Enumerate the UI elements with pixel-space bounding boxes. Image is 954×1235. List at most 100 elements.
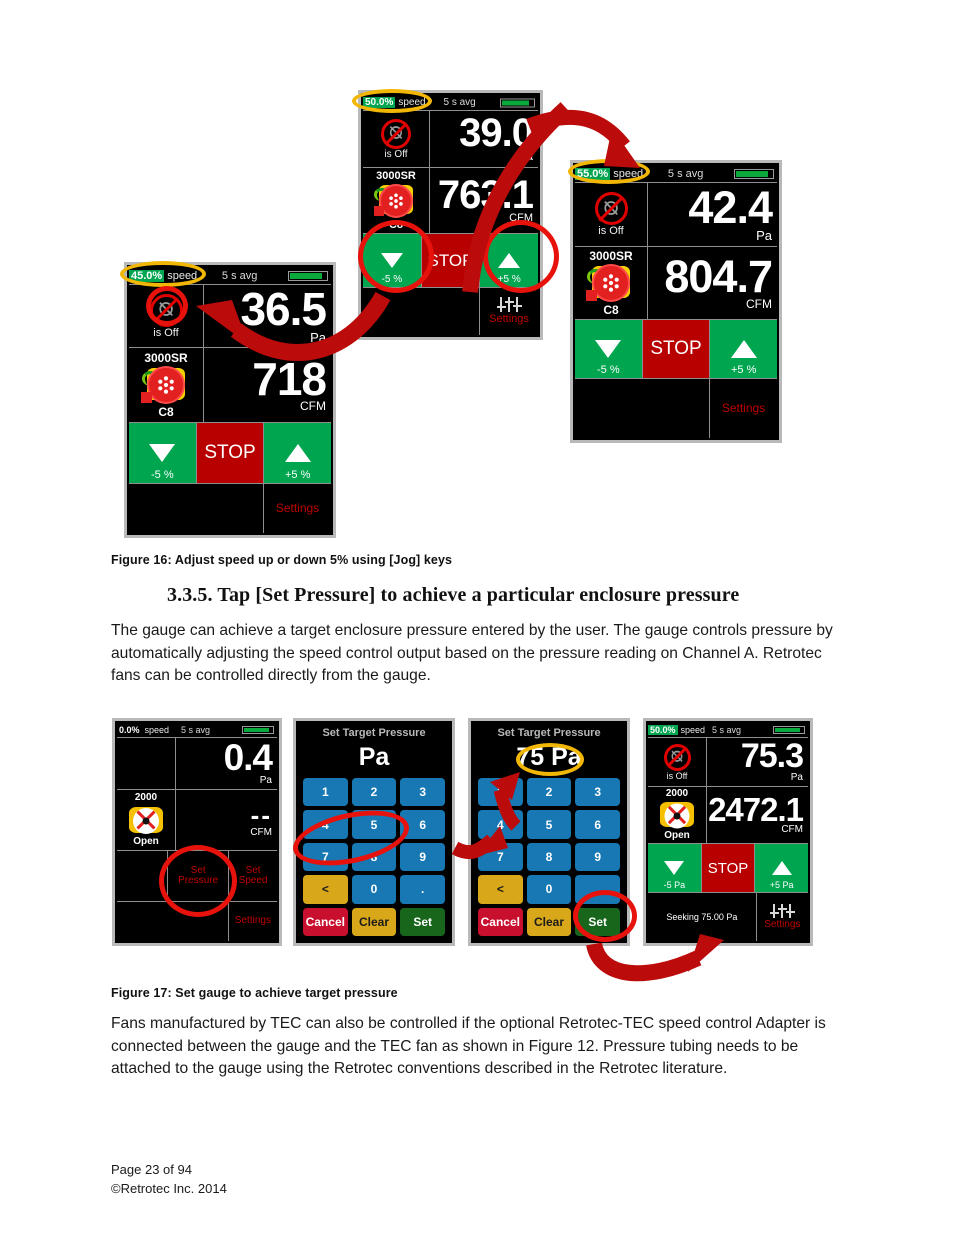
pressure-reading-cell: 42.4 Pa: [647, 183, 777, 246]
average-label: 5 s avg: [667, 167, 704, 180]
key-2[interactable]: 2: [351, 778, 397, 807]
arrow-up-icon: [730, 340, 757, 358]
key-backspace[interactable]: <: [303, 875, 348, 904]
key-1[interactable]: 1: [478, 778, 523, 807]
settings-button[interactable]: Settings: [709, 379, 777, 438]
blank-cell: [575, 379, 709, 438]
fan-off-icon: ⍉: [381, 118, 411, 149]
flow-value: 763.1: [437, 172, 534, 217]
gauge-display-55[interactable]: 55.0% speed 5 s avg ⍉ is Off 42.4: [570, 160, 782, 443]
fan-model-label: 2000: [134, 792, 158, 803]
fan-3000sr-icon: [373, 183, 419, 219]
fan-off-icon: ⍉: [594, 192, 628, 225]
battery-icon: [734, 168, 774, 179]
key-7[interactable]: 7: [478, 842, 523, 872]
arrow-up-icon: [771, 861, 792, 875]
fan-model-cell: 3000SR C8: [129, 348, 203, 422]
settings-label: Settings: [764, 918, 801, 930]
highlight-jog-up-50: [483, 220, 559, 293]
jog-down-button[interactable]: -5 Pa: [648, 844, 701, 892]
settings-button[interactable]: Settings: [263, 484, 331, 533]
fan-status-cell: ⍉ is Off: [363, 111, 429, 167]
settings-label: Settings: [489, 313, 529, 326]
paragraph-2: Fans manufactured by TEC can also be con…: [111, 1015, 826, 1078]
fan-status-label: is Off: [153, 326, 179, 339]
key-2[interactable]: 2: [526, 778, 572, 807]
average-label: 5 s avg: [443, 97, 476, 108]
key-9[interactable]: 9: [575, 842, 620, 872]
stop-button[interactable]: STOP: [195, 423, 264, 483]
flow-value: 718: [252, 352, 327, 405]
settings-label: Settings: [721, 401, 766, 416]
fan-status-label: is Off: [598, 225, 624, 237]
highlight-jog-down-50: [358, 220, 434, 293]
key-decimal[interactable]: .: [400, 875, 445, 904]
pressure-unit: Pa: [310, 329, 326, 345]
speed-label: speed: [144, 725, 170, 735]
key-3[interactable]: 3: [575, 778, 620, 807]
clear-button[interactable]: Clear: [526, 907, 572, 936]
jog-up-button[interactable]: +5 %: [263, 423, 332, 483]
key-backspace[interactable]: <: [478, 875, 523, 904]
fan-model-label: 3000SR: [144, 351, 188, 365]
key-0[interactable]: 0: [351, 875, 397, 904]
battery-icon: [773, 726, 805, 734]
flow-unit: CFM: [781, 824, 803, 836]
pressure-value: 75.3: [740, 737, 804, 776]
settings-button[interactable]: Settings: [479, 288, 538, 335]
clear-button[interactable]: Clear: [351, 907, 397, 936]
stop-label: STOP: [427, 250, 474, 270]
fan-model-cell: 2000 Open: [117, 790, 175, 850]
pressure-reading-cell: 36.5 Pa: [203, 285, 331, 347]
blank-cell: [129, 484, 263, 533]
jog-down-button[interactable]: -5 %: [575, 320, 642, 378]
fan-2000-open-icon: [658, 800, 696, 830]
jog-down-label: -5 Pa: [663, 880, 686, 890]
flow-unit: CFM: [300, 399, 326, 414]
highlight-set-pressure: [159, 845, 237, 917]
gauge-display-50[interactable]: 50.0% speed 5 s avg ⍉ is Off 39.0: [358, 90, 543, 340]
settings-button[interactable]: Settings: [227, 902, 277, 941]
average-label: 5 s avg: [181, 725, 211, 735]
flow-value: 2472.1: [708, 790, 804, 828]
fan-status-label: is Off: [666, 770, 688, 781]
cancel-button[interactable]: Cancel: [478, 907, 523, 936]
set-button[interactable]: Set: [400, 907, 445, 936]
speed-badge: 50.0%: [648, 725, 678, 735]
pressure-reading-cell: 39.0 Pa: [429, 111, 538, 167]
jog-up-label: +5 %: [730, 364, 757, 376]
settings-button[interactable]: Settings: [755, 893, 808, 941]
seeking-status-label: Seeking 75.00 Pa: [666, 912, 738, 922]
keypad-title: Set Target Pressure: [322, 727, 426, 739]
highlight-speed-45: [120, 261, 206, 287]
key-4[interactable]: 4: [478, 810, 523, 839]
jog-up-button[interactable]: +5 Pa: [754, 844, 809, 892]
key-9[interactable]: 9: [400, 842, 445, 872]
jog-up-button[interactable]: +5 %: [709, 320, 778, 378]
jog-down-button[interactable]: -5 %: [129, 423, 196, 483]
flow-reading-cell: 2472.1 CFM: [706, 787, 808, 843]
pressure-reading-cell: 0.4 Pa: [175, 738, 277, 789]
key-1[interactable]: 1: [303, 778, 348, 807]
arrow-down-icon: [664, 861, 685, 875]
key-5[interactable]: 5: [526, 810, 572, 839]
jog-down-label: -5 %: [597, 364, 620, 376]
arrow-down-icon: [149, 444, 176, 462]
key-3[interactable]: 3: [400, 778, 445, 807]
key-8[interactable]: 8: [526, 842, 572, 872]
keypad-value-display: Pa: [358, 743, 390, 771]
stop-button[interactable]: STOP: [641, 320, 710, 378]
gauge-header: 0.0% speed 5 s avg: [117, 723, 277, 737]
pressure-reading-cell: 75.3 Pa: [706, 738, 808, 786]
flow-reading-cell: 718 CFM: [203, 348, 331, 422]
jog-up-label: +5 Pa: [769, 880, 794, 890]
gauge-display-seeking[interactable]: 50.0% speed 5 s avg ⍉ is Off 75.3: [643, 718, 813, 946]
stop-button[interactable]: STOP: [700, 844, 755, 892]
footer-copyright: ©Retrotec Inc. 2014: [111, 1181, 227, 1196]
key-0[interactable]: 0: [526, 875, 572, 904]
key-6[interactable]: 6: [575, 810, 620, 839]
cancel-button[interactable]: Cancel: [303, 907, 348, 936]
pressure-unit: Pa: [790, 771, 803, 783]
fan-model-label: 2000: [665, 788, 689, 799]
fan-status-label: is Off: [384, 148, 408, 160]
